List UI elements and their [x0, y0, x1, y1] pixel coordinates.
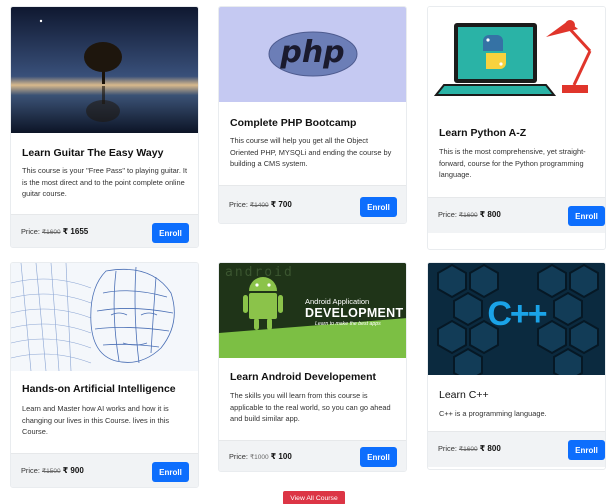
guitar-course-image [11, 7, 198, 133]
card-footer: Price: ₹1500 ₹ 900 Enroll [11, 453, 198, 487]
course-card-android: android Android Application DEVELOPMENT … [218, 262, 407, 472]
android-banner-line2: DEVELOPMENT [305, 306, 404, 320]
course-card-cpp: C++ Learn C++ C++ is a programming langu… [427, 262, 606, 470]
course-description: Learn and Master how AI works and how it… [22, 404, 170, 436]
card-footer: Price: ₹1400 ₹ 700 Enroll [219, 185, 406, 223]
course-price: Price: ₹1000 ₹ 100 [229, 452, 292, 461]
view-all-course-button[interactable]: View All Course [283, 491, 345, 504]
price-label: Price: [21, 227, 40, 236]
course-price: Price: ₹1600 ₹ 800 [438, 210, 501, 219]
price-label: Price: [229, 200, 248, 209]
course-description: This is the most comprehensive, yet stra… [439, 147, 586, 179]
python-course-image [428, 7, 605, 111]
course-price: Price: ₹1600 ₹ 800 [438, 444, 501, 453]
card-footer: Price: ₹1600 ₹ 800 Enroll [428, 431, 605, 467]
old-price: ₹1600 [458, 446, 478, 453]
cpp-logo-text: C++ [487, 295, 547, 333]
current-price: ₹ 700 [270, 200, 292, 209]
course-description: C++ is a programming language. [439, 409, 547, 418]
current-price: ₹ 1655 [62, 227, 89, 236]
enroll-button[interactable]: Enroll [152, 223, 189, 243]
enroll-button[interactable]: Enroll [568, 440, 605, 460]
course-card-ai: Hands-on Artificial Intelligence Learn a… [10, 262, 199, 488]
old-price: ₹1400 [249, 202, 269, 209]
android-banner-line3: Learn to make the best apps [315, 321, 381, 327]
android-course-image: android Android Application DEVELOPMENT … [219, 263, 406, 358]
price-label: Price: [438, 444, 457, 453]
android-banner-line1: Android Application [305, 297, 370, 306]
card-footer: Price: ₹1000 ₹ 100 Enroll [219, 440, 406, 471]
course-description: This course will help you get all the Ob… [230, 136, 392, 168]
course-card-guitar: Learn Guitar The Easy Wayy This course i… [10, 6, 199, 248]
course-card-php: php Complete PHP Bootcamp This course wi… [218, 6, 407, 224]
laptop-python-lamp-image [433, 20, 592, 96]
php-logo-text: php [280, 35, 345, 70]
current-price: ₹ 800 [479, 444, 501, 453]
course-price: Price: ₹1500 ₹ 900 [21, 466, 84, 475]
php-course-image: php [219, 7, 406, 102]
card-footer: Price: ₹1600 ₹ 800 Enroll [428, 197, 605, 233]
wireframe-face-image [11, 263, 175, 371]
enroll-button[interactable]: Enroll [568, 206, 605, 226]
course-title: Learn Guitar The Easy Wayy [22, 147, 164, 159]
course-title: Learn Python A-Z [439, 127, 527, 139]
course-description: The skills you will learn from this cour… [230, 391, 391, 423]
current-price: ₹ 800 [479, 210, 501, 219]
old-price: ₹1600 [41, 229, 61, 236]
course-price: Price: ₹1600 ₹ 1655 [21, 227, 88, 236]
course-price: Price: ₹1400 ₹ 700 [229, 200, 292, 209]
course-title: Hands-on Artificial Intelligence [22, 383, 176, 395]
cpp-course-image: C++ [428, 263, 605, 375]
card-footer: Price: ₹1600 ₹ 1655 Enroll [11, 214, 198, 247]
enroll-button[interactable]: Enroll [152, 462, 189, 482]
enroll-button[interactable]: Enroll [360, 447, 397, 467]
current-price: ₹ 900 [62, 466, 84, 475]
android-bg-text: android [225, 265, 294, 280]
current-price: ₹ 100 [270, 452, 292, 461]
course-title: Complete PHP Bootcamp [230, 117, 357, 129]
course-title: Learn Android Developement [230, 371, 377, 383]
course-card-python: Learn Python A-Z This is the most compre… [427, 6, 606, 250]
ai-course-image [11, 263, 198, 371]
course-title: Learn C++ [439, 389, 489, 401]
old-price: ₹1500 [41, 468, 61, 475]
price-label: Price: [438, 210, 457, 219]
tree-lake-night-image [11, 7, 198, 133]
price-label: Price: [229, 452, 248, 461]
old-price: ₹1000 [249, 454, 269, 461]
price-label: Price: [21, 466, 40, 475]
course-description: This course is your "Free Pass" to playi… [22, 166, 188, 198]
enroll-button[interactable]: Enroll [360, 197, 397, 217]
old-price: ₹1600 [458, 212, 478, 219]
